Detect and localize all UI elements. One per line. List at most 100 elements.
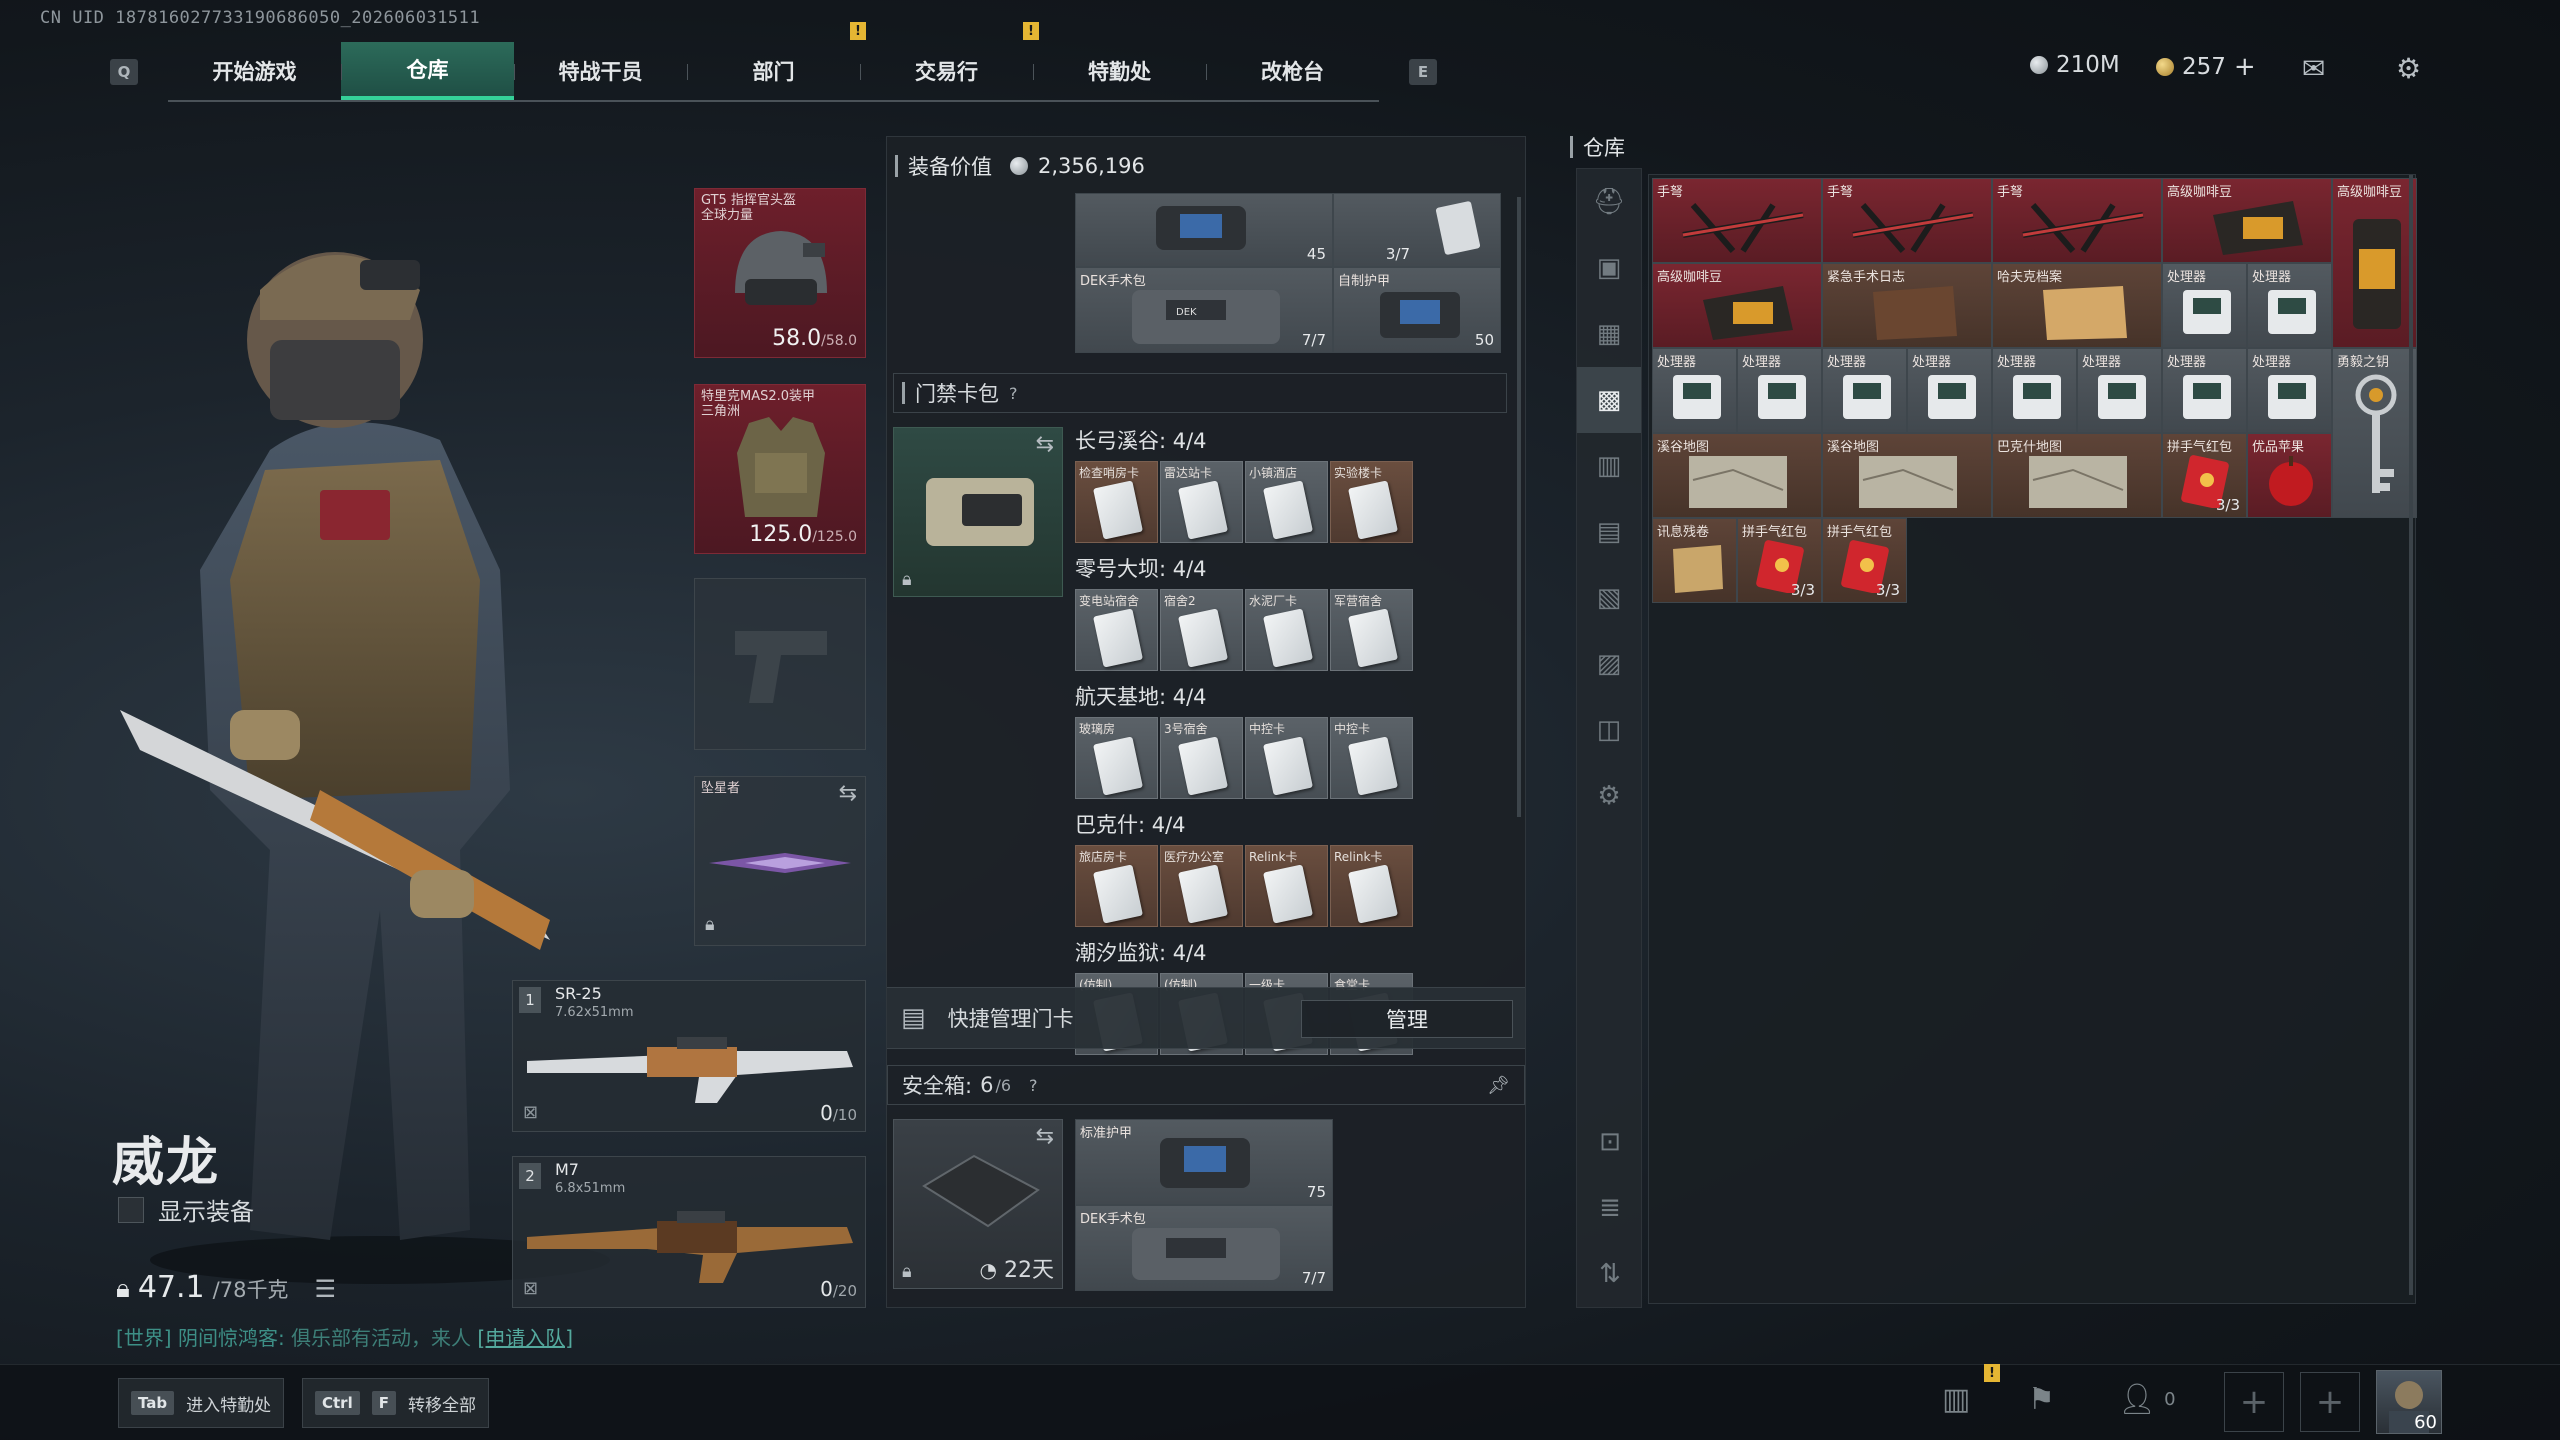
backpack-item[interactable]: 45 — [1075, 193, 1333, 267]
category-helmet-icon[interactable]: ⛑ — [1577, 169, 1641, 235]
warehouse-item[interactable]: 拼手气红包 3/3 — [1737, 518, 1822, 603]
category-armor-icon[interactable]: ▣ — [1577, 235, 1641, 301]
show-equipment-checkbox[interactable] — [118, 1196, 144, 1223]
pin-icon[interactable]: 📌︎ — [1487, 1075, 1510, 1096]
swap-icon[interactable]: ⇆ — [1036, 1124, 1054, 1149]
warehouse-item[interactable]: 优品苹果 — [2247, 433, 2332, 518]
category-attachment-icon[interactable]: ▧ — [1577, 565, 1641, 631]
warehouse-item[interactable]: 处理器 — [2247, 348, 2332, 433]
keycard[interactable]: 玻璃房 — [1075, 717, 1158, 799]
warehouse-item[interactable]: 处理器 — [2162, 263, 2247, 348]
warehouse-item[interactable]: 处理器 — [1907, 348, 1992, 433]
warehouse-item[interactable]: 处理器 — [1822, 348, 1907, 433]
warehouse-item[interactable]: 处理器 — [1737, 348, 1822, 433]
tab-department[interactable]: 部门 — [687, 42, 860, 100]
warehouse-item[interactable]: 溪谷地图 — [1652, 433, 1822, 518]
enter-special-ops-button[interactable]: Tab 进入特勤处 — [118, 1378, 285, 1428]
settings-gear-icon[interactable]: ⚙ — [2396, 52, 2421, 85]
attachment-icon[interactable]: ⊠ — [523, 1278, 538, 1299]
world-chat[interactable]: [世界] 阴间惊鸿客: 俱乐部有活动，来人 [申请入队] — [116, 1322, 573, 1351]
flag-icon[interactable]: ⚑ — [2028, 1382, 2055, 1417]
backpack-item[interactable]: DEK手术包 DEK 7/7 — [1075, 267, 1333, 353]
tab-warehouse[interactable]: 仓库 — [341, 42, 514, 100]
tab-special-ops[interactable]: 特勤处 ! — [1023, 22, 1206, 100]
safe-item[interactable]: DEK手术包 7/7 — [1075, 1205, 1333, 1291]
keycard[interactable]: 小镇酒店 — [1245, 461, 1328, 543]
backpack-item[interactable]: 3/7 — [1333, 193, 1501, 267]
safe-item[interactable]: 标准护甲 75 — [1075, 1119, 1333, 1205]
warehouse-item[interactable]: 高级咖啡豆 — [2332, 178, 2417, 348]
category-weapon-icon[interactable]: ▦ — [1577, 301, 1641, 367]
gold-currency[interactable]: 257 + — [2156, 52, 2256, 82]
swap-icon[interactable]: ⇆ — [839, 781, 857, 806]
player-avatar[interactable]: 60 — [2376, 1370, 2442, 1434]
category-misc-icon[interactable]: ▨ — [1577, 631, 1641, 697]
help-icon[interactable]: ? — [1009, 384, 1018, 403]
warehouse-item[interactable]: 处理器 — [2247, 263, 2332, 348]
warehouse-item[interactable]: 巴克什地图 — [1992, 433, 2162, 518]
add-party-slot-button[interactable]: + — [2300, 1372, 2360, 1432]
warehouse-item[interactable]: 手弩 — [1822, 178, 1992, 263]
secondary-weapon-slot[interactable]: 2 M7 6.8x51mm ⊠ 0/20 — [512, 1156, 866, 1308]
warehouse-item[interactable]: 手弩 — [1992, 178, 2162, 263]
keycard[interactable]: 水泥厂卡 — [1245, 589, 1328, 671]
keycard[interactable]: 检查哨房卡 — [1075, 461, 1158, 543]
category-medical-icon[interactable]: ▥ — [1577, 433, 1641, 499]
warehouse-item[interactable]: 讯息残卷 — [1652, 518, 1737, 603]
warehouse-item[interactable]: 处理器 — [1992, 348, 2077, 433]
keycard[interactable]: Relink卡 — [1330, 845, 1413, 927]
keycard[interactable]: 军营宿舍 — [1330, 589, 1413, 671]
warehouse-item[interactable]: 处理器 — [2162, 348, 2247, 433]
warehouse-item[interactable]: 拼手气红包 3/3 — [1822, 518, 1907, 603]
add-party-slot-button[interactable]: + — [2224, 1372, 2284, 1432]
add-currency-button[interactable]: + — [2234, 52, 2256, 82]
keycard[interactable]: 变电站宿舍 — [1075, 589, 1158, 671]
chat-join-link[interactable]: [申请入队] — [477, 1326, 573, 1350]
sort-icon[interactable]: ⇅ — [1577, 1241, 1643, 1307]
transfer-all-button[interactable]: Ctrl F 转移全部 — [302, 1378, 489, 1428]
warehouse-item[interactable]: 紧急手术日志 — [1822, 263, 1992, 348]
pistol-slot[interactable] — [694, 578, 866, 750]
warehouse-item[interactable]: 手弩 — [1652, 178, 1822, 263]
nav-next-key[interactable]: E — [1409, 59, 1437, 85]
keycard[interactable]: 中控卡 — [1330, 717, 1413, 799]
safe-box-case[interactable]: ⇆ 🔒︎ ◔ 22天 — [893, 1119, 1063, 1289]
manage-button[interactable]: 管理 — [1301, 1000, 1513, 1038]
nav-prev-key[interactable]: Q — [110, 59, 138, 85]
backpack-item[interactable]: 自制护甲 50 — [1333, 267, 1501, 353]
help-icon[interactable]: ? — [1029, 1076, 1038, 1095]
tab-start-game[interactable]: 开始游戏 — [168, 42, 341, 100]
armor-slot[interactable]: 特里克MAS2.0装甲 三角洲 125.0/125.0 — [694, 384, 866, 554]
stats-chart-icon[interactable]: ▥ — [1942, 1382, 1970, 1417]
keycard[interactable]: 旅店房卡 — [1075, 845, 1158, 927]
show-equipment-toggle[interactable]: 显示装备 — [118, 1192, 254, 1227]
warehouse-item[interactable]: 哈夫克档案 — [1992, 263, 2162, 348]
keycard[interactable]: 3号宿舍 — [1160, 717, 1243, 799]
scrollbar[interactable] — [2409, 175, 2413, 1295]
warehouse-item[interactable]: 拼手气红包 3/3 — [2162, 433, 2247, 518]
friends-button[interactable]: 👤︎ 0 — [2118, 1382, 2176, 1417]
warehouse-item[interactable]: 溪谷地图 — [1822, 433, 1992, 518]
keycard[interactable]: 医疗办公室 — [1160, 845, 1243, 927]
tab-trading[interactable]: 交易行 ! — [850, 22, 1033, 100]
primary-weapon-slot[interactable]: 1 SR-25 7.62x51mm ⊠ 0/10 — [512, 980, 866, 1132]
tab-operators[interactable]: 特战干员 — [514, 42, 687, 100]
keycard[interactable]: 雷达站卡 — [1160, 461, 1243, 543]
keycard[interactable]: 中控卡 — [1245, 717, 1328, 799]
screenshot-icon[interactable]: ⊡ — [1577, 1109, 1643, 1175]
warehouse-item[interactable]: 处理器 — [2077, 348, 2162, 433]
category-collectible-icon[interactable]: ◫ — [1577, 697, 1641, 763]
keycard[interactable]: 实验楼卡 — [1330, 461, 1413, 543]
list-icon[interactable]: ☰ — [314, 1275, 336, 1303]
category-keycard-icon[interactable]: ▩ — [1577, 367, 1641, 433]
melee-slot[interactable]: 坠星者 ⇆ 🔒︎ — [694, 776, 866, 946]
helmet-slot[interactable]: GT5 指挥官头盔 全球力量 58.0/58.0 — [694, 188, 866, 358]
scrollbar[interactable] — [1517, 197, 1521, 817]
warehouse-item[interactable]: 处理器 — [1652, 348, 1737, 433]
layers-icon[interactable]: ≣ — [1577, 1175, 1643, 1241]
category-settings-icon[interactable]: ⚙ — [1577, 763, 1641, 829]
warehouse-item[interactable]: 高级咖啡豆 — [2162, 178, 2332, 263]
attachment-icon[interactable]: ⊠ — [523, 1102, 538, 1123]
swap-icon[interactable]: ⇆ — [1036, 432, 1054, 457]
keycard[interactable]: 宿舍2 — [1160, 589, 1243, 671]
